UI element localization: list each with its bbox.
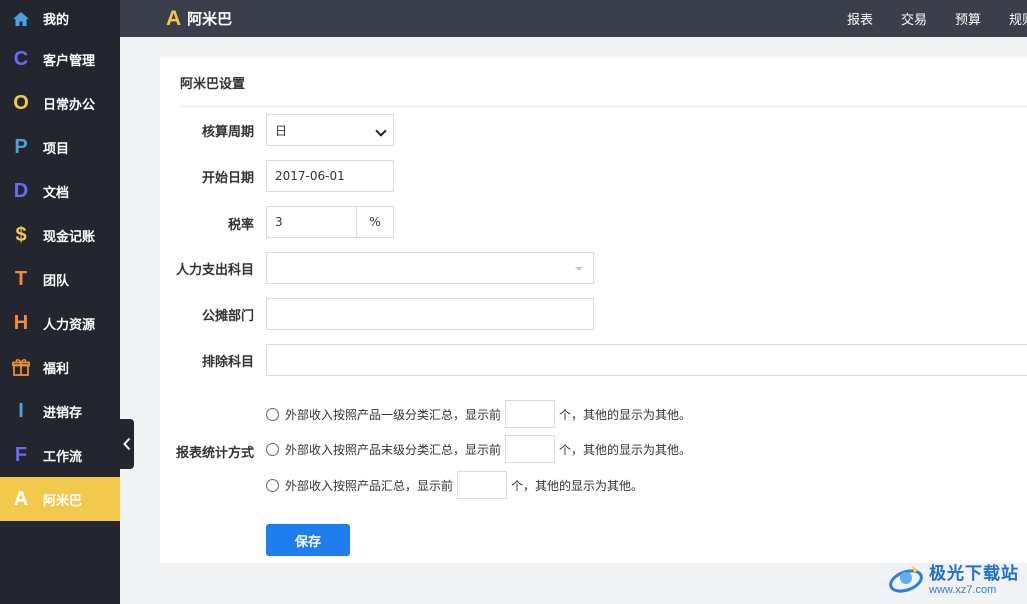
gift-icon <box>11 357 31 377</box>
letter-i-icon: I <box>18 399 24 422</box>
save-button[interactable]: 保存 <box>266 524 350 556</box>
sidebar-item-office[interactable]: O 日常办公 <box>0 81 120 125</box>
option-2-count-input[interactable] <box>505 435 556 463</box>
option-2-prefix: 外部收入按照产品末级分类汇总，显示前 <box>285 442 502 457</box>
top-nav: 报表 交易 预算 规则 <box>847 0 1027 37</box>
option-1-suffix: 个，其他的显示为其他。 <box>559 407 692 422</box>
chevron-left-icon <box>123 437 131 451</box>
start-date-value: 2017-06-01 <box>275 169 345 183</box>
letter-p-icon: P <box>14 135 28 158</box>
option-2-suffix: 个，其他的显示为其他。 <box>559 442 692 457</box>
home-icon <box>11 9 31 29</box>
hr-expense-label: 人力支出科目 <box>175 263 254 278</box>
sidebar-item-inventory[interactable]: I 进销存 <box>0 389 120 433</box>
option-3-prefix: 外部收入按照产品汇总，显示前 <box>285 478 454 493</box>
letter-a-logo-icon: A <box>166 6 182 30</box>
sidebar-item-label: 项目 <box>43 141 70 157</box>
sidebar-item-welfare[interactable]: 福利 <box>0 345 120 389</box>
sidebar-item-team[interactable]: T 团队 <box>0 257 120 301</box>
sidebar-item-label: 日常办公 <box>43 97 96 113</box>
sidebar-item-customer[interactable]: C 客户管理 <box>0 37 120 81</box>
letter-t-icon: T <box>14 267 28 290</box>
sidebar-item-label: 客户管理 <box>43 53 96 69</box>
page-title: 阿米巴 <box>187 10 233 28</box>
sidebar-item-label: 团队 <box>43 273 70 289</box>
watermark: 极光下载站 www.xz7.com <box>887 559 1019 596</box>
sidebar-item-label: 进销存 <box>43 405 83 421</box>
option-3-count-input[interactable] <box>457 471 508 499</box>
sidebar: 我的 C 客户管理 O 日常办公 P 项目 D 文档 $ 现金记账 T 团队 H… <box>0 0 120 604</box>
period-select-value: 日 <box>275 123 288 138</box>
sidebar-item-mine[interactable]: 我的 <box>0 0 120 37</box>
dollar-icon: $ <box>15 223 27 246</box>
brand: A 阿米巴 <box>166 7 232 31</box>
sidebar-collapse-button[interactable] <box>120 419 134 469</box>
sidebar-item-document[interactable]: D 文档 <box>0 169 120 213</box>
hr-expense-select[interactable] <box>266 252 594 284</box>
sidebar-item-label: 福利 <box>43 361 70 377</box>
option-1-count-input[interactable] <box>505 400 556 428</box>
letter-h-icon: H <box>13 311 29 334</box>
divider <box>180 106 1027 107</box>
letter-a-icon: A <box>13 487 29 510</box>
letter-c-icon: C <box>13 47 29 70</box>
start-date-label: 开始日期 <box>201 171 254 186</box>
nav-budget[interactable]: 预算 <box>955 9 981 28</box>
radio-option-2[interactable] <box>266 442 279 456</box>
letter-d-icon: D <box>13 179 29 202</box>
sidebar-item-label: 工作流 <box>43 449 83 465</box>
report-option-3: 外部收入按照产品汇总，显示前 个，其他的显示为其他。 <box>266 471 643 499</box>
nav-reports[interactable]: 报表 <box>847 9 873 28</box>
nav-transactions[interactable]: 交易 <box>901 9 927 28</box>
exclude-subject-input[interactable] <box>266 344 1027 376</box>
tax-rate-value: 3 <box>275 215 283 229</box>
exclude-subject-label: 排除科目 <box>201 355 254 370</box>
period-label: 核算周期 <box>201 125 254 140</box>
report-option-1: 外部收入按照产品一级分类汇总，显示前 个，其他的显示为其他。 <box>266 400 691 428</box>
top-header: A 阿米巴 报表 交易 预算 规则 <box>120 0 1027 37</box>
option-1-prefix: 外部收入按照产品一级分类汇总，显示前 <box>285 407 502 422</box>
sidebar-item-workflow[interactable]: F 工作流 <box>0 433 120 477</box>
percent-addon: % <box>357 206 394 238</box>
watermark-logo-icon <box>889 565 923 593</box>
start-date-input[interactable]: 2017-06-01 <box>266 160 394 192</box>
sidebar-item-label: 人力资源 <box>43 317 96 333</box>
radio-option-1[interactable] <box>266 407 279 421</box>
letter-f-icon: F <box>14 443 28 466</box>
report-option-2: 外部收入按照产品末级分类汇总，显示前 个，其他的显示为其他。 <box>266 435 691 463</box>
sidebar-item-label: 文档 <box>43 185 70 201</box>
nav-rules[interactable]: 规则 <box>1009 9 1027 28</box>
tax-rate-label: 税率 <box>227 218 254 233</box>
settings-panel: 阿米巴设置 核算周期 日 开始日期 2017-06-01 税率 3 % 人力支出… <box>160 57 1027 563</box>
sidebar-item-label: 现金记账 <box>43 229 96 245</box>
watermark-url: www.xz7.com <box>929 584 997 596</box>
sidebar-item-cash[interactable]: $ 现金记账 <box>0 213 120 257</box>
panel-title: 阿米巴设置 <box>180 77 246 92</box>
sidebar-item-label: 我的 <box>43 13 70 28</box>
sidebar-item-project[interactable]: P 项目 <box>0 125 120 169</box>
sidebar-item-amoeba[interactable]: A 阿米巴 <box>0 477 120 521</box>
sidebar-item-label: 阿米巴 <box>43 493 83 509</box>
option-3-suffix: 个，其他的显示为其他。 <box>511 478 644 493</box>
letter-o-icon: O <box>13 91 29 114</box>
sidebar-item-hr[interactable]: H 人力资源 <box>0 301 120 345</box>
report-method-label: 报表统计方式 <box>175 446 254 461</box>
period-select[interactable]: 日 <box>266 114 394 146</box>
shared-dept-label: 公摊部门 <box>201 309 254 324</box>
radio-option-3[interactable] <box>266 478 279 492</box>
shared-dept-input[interactable] <box>266 298 594 330</box>
watermark-name: 极光下载站 <box>929 564 1019 584</box>
tax-rate-input[interactable]: 3 <box>266 206 357 238</box>
